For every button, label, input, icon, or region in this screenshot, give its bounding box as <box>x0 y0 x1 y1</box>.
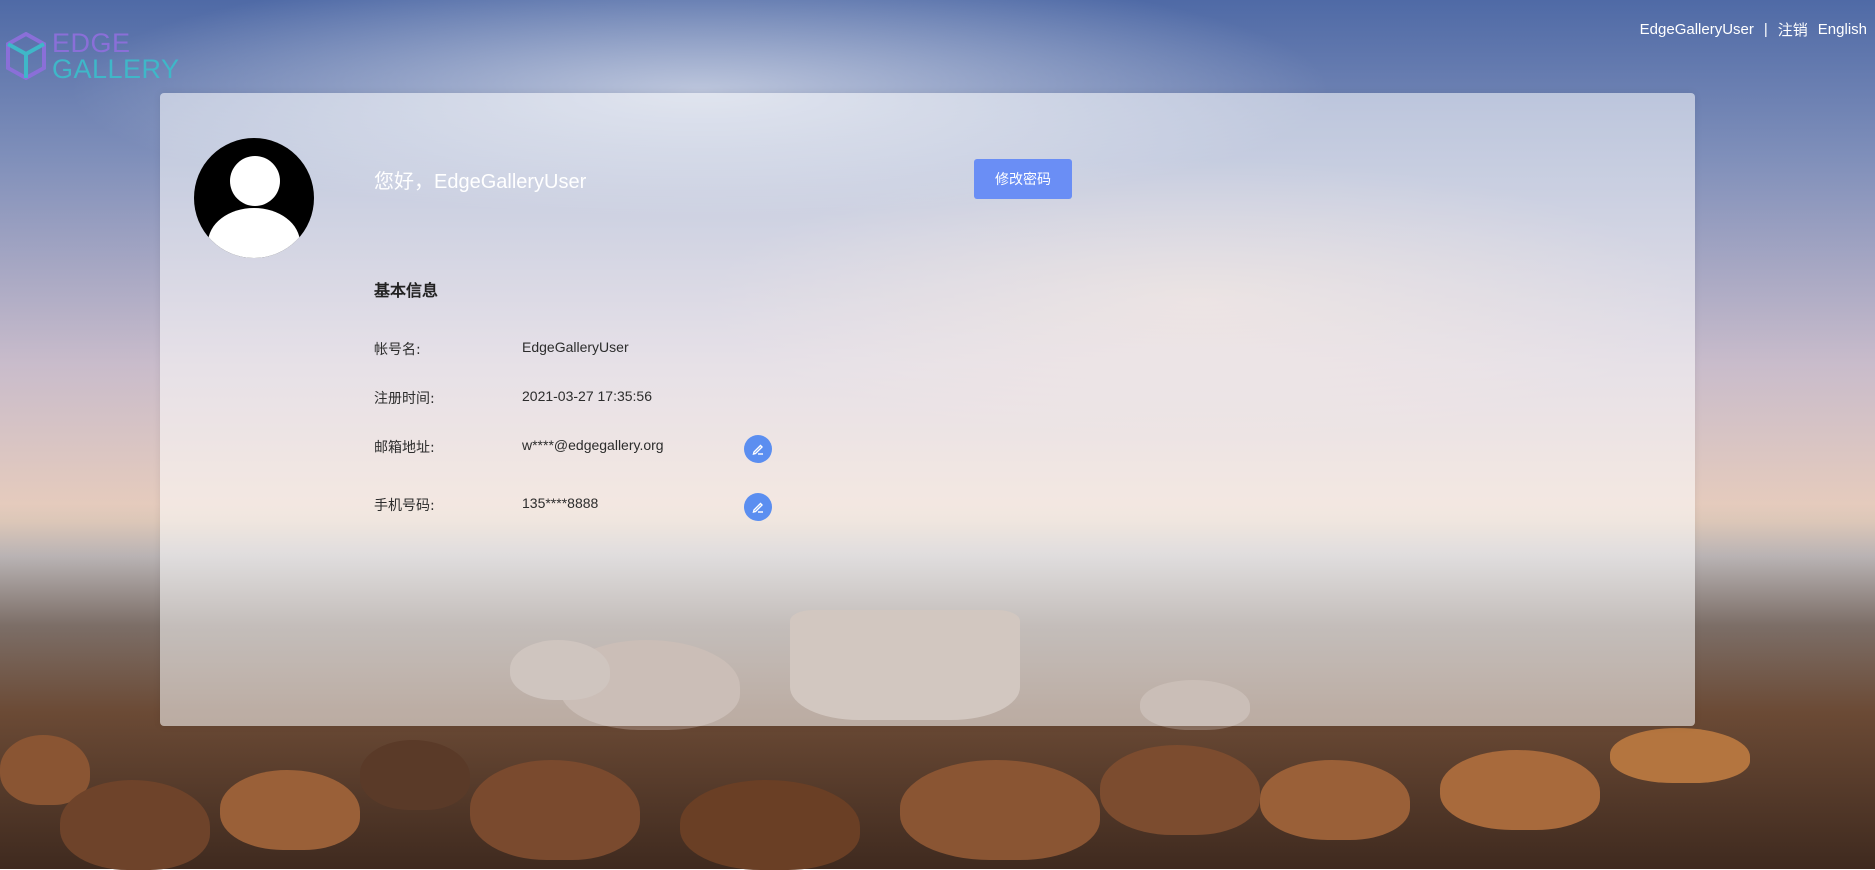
username-link[interactable]: EdgeGalleryUser <box>1640 21 1754 38</box>
field-value-email: w****@edgegallery.org <box>522 437 664 453</box>
field-label-register-time: 注册时间: <box>374 391 435 407</box>
logo-text: EDGE GALLERY <box>52 28 180 84</box>
cube-icon <box>6 32 46 80</box>
logo-text-edge: EDGE <box>52 28 131 58</box>
field-label-phone: 手机号码: <box>374 498 435 514</box>
field-value-account: EdgeGalleryUser <box>522 339 629 355</box>
profile-card: 您好，EdgeGalleryUser 修改密码 基本信息 帐号名: EdgeGa… <box>160 93 1695 726</box>
logout-link[interactable]: 注销 <box>1778 19 1808 40</box>
logo-text-gallery: GALLERY <box>52 54 180 84</box>
edgegallery-logo[interactable]: EDGE GALLERY <box>6 28 180 84</box>
section-title-basic-info: 基本信息 <box>374 281 439 300</box>
greeting-text: 您好，EdgeGalleryUser <box>374 171 587 193</box>
nav-separator: | <box>1763 21 1768 38</box>
field-value-phone: 135****8888 <box>522 495 599 511</box>
edit-phone-button[interactable] <box>744 493 772 521</box>
field-value-register-time: 2021-03-27 17:35:56 <box>522 388 652 404</box>
top-navigation: EdgeGalleryUser | 注销 English <box>1630 19 1867 40</box>
field-label-account: 帐号名: <box>374 342 421 358</box>
pencil-icon <box>752 502 763 513</box>
user-avatar-icon <box>194 138 314 258</box>
change-password-button[interactable]: 修改密码 <box>974 159 1072 199</box>
pencil-icon <box>752 444 763 455</box>
edit-email-button[interactable] <box>744 435 772 463</box>
field-label-email: 邮箱地址: <box>374 440 435 456</box>
language-switch[interactable]: English <box>1818 21 1867 38</box>
